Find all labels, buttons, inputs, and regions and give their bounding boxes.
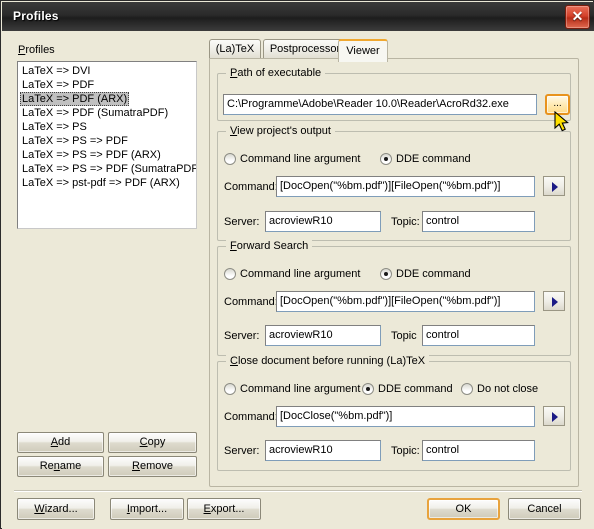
close-command-menu-button[interactable]: [543, 406, 565, 426]
remove-button[interactable]: Remove: [108, 456, 197, 477]
view-server-label: Server:: [224, 216, 260, 228]
import-button[interactable]: Import...: [110, 498, 184, 520]
browse-executable-button[interactable]: ...: [545, 94, 570, 115]
forward-topic-label: Topic: [391, 330, 417, 342]
radio-label: DDE command: [396, 153, 471, 165]
radio-indicator: [362, 383, 374, 395]
radio-indicator: [224, 383, 236, 395]
radio-indicator: [224, 268, 236, 280]
list-item[interactable]: LaTeX => PS => PDF (SumatraPDF): [20, 162, 196, 176]
list-item[interactable]: LaTeX => DVI: [20, 64, 196, 78]
radio-label: Command line argument: [240, 268, 361, 280]
wizard-button[interactable]: Wizard...: [17, 498, 95, 520]
cancel-button[interactable]: Cancel: [508, 498, 581, 520]
add-button[interactable]: Add: [17, 432, 104, 453]
dialog-client-area: Profiles LaTeX => DVI LaTeX => PDF LaTeX…: [2, 31, 594, 529]
view-command-menu-button[interactable]: [543, 176, 565, 196]
forward-server-input[interactable]: acroviewR10: [265, 325, 381, 346]
close-server-label: Server:: [224, 445, 260, 457]
radio-label: Command line argument: [240, 383, 361, 395]
arrow-right-icon: [552, 182, 558, 192]
close-server-input[interactable]: acroviewR10: [265, 440, 381, 461]
radio-label: DDE command: [396, 268, 471, 280]
export-button[interactable]: Export...: [187, 498, 261, 520]
copy-button[interactable]: Copy: [108, 432, 197, 453]
list-item[interactable]: LaTeX => PDF (SumatraPDF): [20, 106, 196, 120]
list-item[interactable]: LaTeX => PDF: [20, 78, 196, 92]
close-command-label: Command:: [224, 411, 278, 423]
radio-label: DDE command: [378, 383, 453, 395]
forward-server-label: Server:: [224, 330, 260, 342]
add-button-label: Add: [50, 436, 71, 448]
profiles-listbox[interactable]: LaTeX => DVI LaTeX => PDF LaTeX => PDF (…: [17, 61, 197, 229]
list-item[interactable]: LaTeX => pst-pdf => PDF (ARX): [20, 176, 196, 190]
view-topic-input[interactable]: control: [422, 211, 535, 232]
radio-label: Do not close: [477, 383, 539, 395]
wizard-button-label: Wizard...: [34, 503, 78, 515]
list-item[interactable]: LaTeX => PS => PDF: [20, 134, 196, 148]
arrow-right-icon: [552, 412, 558, 422]
close-command-input[interactable]: [DocClose("%bm.pdf")]: [276, 406, 535, 427]
forward-command-menu-button[interactable]: [543, 291, 565, 311]
screenshot-root: Profiles ✕ Profiles LaTeX => DVI LaTeX =…: [0, 0, 594, 529]
profiles-group-label: Profiles: [18, 44, 55, 56]
close-topic-input[interactable]: control: [422, 440, 535, 461]
radio-label: Command line argument: [240, 153, 361, 165]
forward-topic-input[interactable]: control: [422, 325, 535, 346]
close-document-group-title: Close document before running (La)TeX: [226, 355, 430, 367]
title-bar: Profiles ✕: [2, 2, 594, 31]
import-button-label: Import...: [126, 503, 168, 515]
profiles-dialog: Profiles ✕ Profiles LaTeX => DVI LaTeX =…: [0, 0, 594, 529]
rename-button-label: Rename: [39, 460, 82, 472]
window-title: Profiles: [13, 9, 59, 23]
view-command-label: Command:: [224, 181, 278, 193]
browse-button-label: ...: [553, 98, 562, 109]
tab-viewer[interactable]: Viewer: [338, 39, 388, 62]
footer-separator: [14, 490, 582, 492]
view-output-group-title: View project's output: [226, 125, 335, 137]
view-command-input[interactable]: [DocOpen("%bm.pdf")][FileOpen("%bm.pdf")…: [276, 176, 535, 197]
close-topic-label: Topic:: [391, 445, 420, 457]
forward-search-group-title: Forward Search: [226, 240, 313, 252]
radio-indicator: [380, 268, 392, 280]
list-item[interactable]: LaTeX => PS: [20, 120, 196, 134]
radio-indicator: [461, 383, 473, 395]
forward-command-input[interactable]: [DocOpen("%bm.pdf")][FileOpen("%bm.pdf")…: [276, 291, 535, 312]
radio-indicator: [224, 153, 236, 165]
remove-button-label: Remove: [132, 460, 173, 472]
ok-button-label: OK: [455, 503, 472, 515]
executable-path-input[interactable]: C:\Programme\Adobe\Reader 10.0\Reader\Ac…: [223, 94, 537, 115]
arrow-right-icon: [552, 297, 558, 307]
tab-postprocessor[interactable]: Postprocessor: [263, 39, 347, 59]
export-button-label: Export...: [203, 503, 245, 515]
forward-command-label: Command:: [224, 296, 278, 308]
list-item[interactable]: LaTeX => PS => PDF (ARX): [20, 148, 196, 162]
radio-indicator: [380, 153, 392, 165]
close-icon: ✕: [571, 8, 584, 24]
view-topic-label: Topic:: [391, 216, 420, 228]
copy-button-label: Copy: [139, 436, 166, 448]
ok-button[interactable]: OK: [427, 498, 500, 520]
path-group-title: Path of executable: [226, 67, 326, 79]
view-server-input[interactable]: acroviewR10: [265, 211, 381, 232]
tab-latex[interactable]: (La)TeX: [209, 39, 261, 59]
close-button[interactable]: ✕: [565, 5, 590, 29]
cancel-button-label: Cancel: [527, 503, 562, 515]
list-item-selected[interactable]: LaTeX => PDF (ARX): [20, 92, 196, 106]
rename-button[interactable]: Rename: [17, 456, 104, 477]
